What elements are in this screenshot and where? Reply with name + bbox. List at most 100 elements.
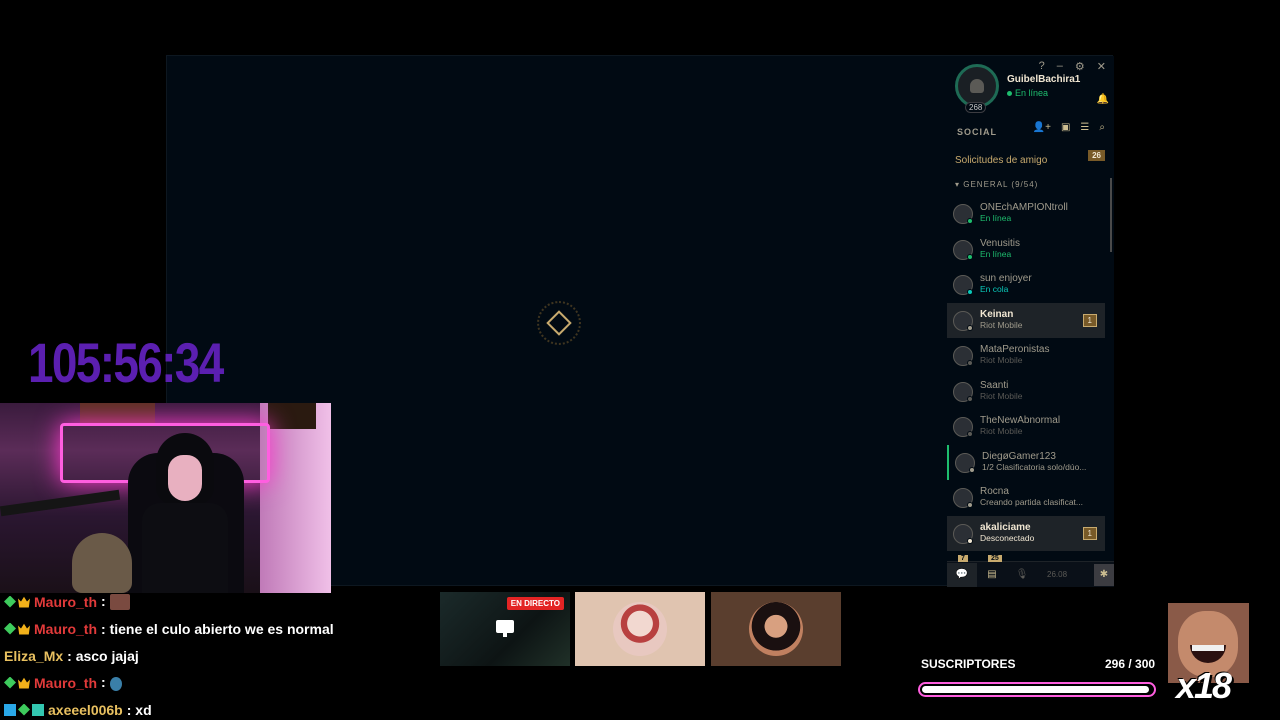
friend-row[interactable]: Rocna Creando partida clasificat... xyxy=(947,480,1105,516)
green-badge-icon xyxy=(18,703,30,716)
social-panel: ? – ⚙ ✕ 268 GuibelBachira1 En línea 🔔 SO… xyxy=(947,56,1114,587)
friends-list: ONEchAMPIONtroll En línea Venusitis En líne… xyxy=(947,196,1105,551)
webcam-picture-frame xyxy=(268,403,316,429)
search-icon[interactable]: ⌕ xyxy=(1099,122,1105,133)
chat-icon: 💬 xyxy=(955,569,969,580)
friend-status: En cola xyxy=(980,284,1009,294)
chat-text: : tiene el culo abierto we es normal xyxy=(101,620,334,637)
list-view-icon[interactable]: ☰ xyxy=(1080,122,1089,133)
chat-username[interactable]: Mauro_th xyxy=(34,621,97,637)
friend-status: En línea xyxy=(980,213,1012,223)
client-bottom-bar: 💬 7 ▤ 25 🎙 26.08 ✱ xyxy=(947,554,1114,587)
friend-row[interactable]: DiegøGamer123 1/2 Clasificatoria solo/dúo… xyxy=(947,444,1105,480)
chat-message: Mauro_th: xyxy=(4,669,424,696)
missions-badge: 25 xyxy=(988,554,1002,562)
chat-badges xyxy=(4,622,30,635)
friend-status: En línea xyxy=(980,248,1012,259)
webcam-plush xyxy=(72,533,132,593)
friend-row[interactable]: sun enjoyer En cola xyxy=(947,267,1105,303)
friend-row[interactable]: Saanti Riot Mobile xyxy=(947,374,1105,410)
missions-button[interactable]: ▤ 25 xyxy=(977,554,1007,587)
chat-text: : asco jajaj xyxy=(67,647,139,664)
stream-timer: 105:56:34 xyxy=(28,331,224,394)
profile-status[interactable]: En línea xyxy=(1007,88,1048,98)
social-toolbar: 👤+ ▣ ☰ ⌕ xyxy=(1033,122,1105,133)
chat-message-text: asco jajaj xyxy=(75,647,139,664)
profile-icon xyxy=(970,79,984,93)
clip-thumbnail-live[interactable]: EN DIRECTO xyxy=(440,592,570,666)
chat-username[interactable]: axeeel006b xyxy=(48,702,123,718)
clip-thumbnail[interactable] xyxy=(575,592,705,666)
friend-status: 1/2 Clasificatoria solo/dúo... xyxy=(982,461,1087,472)
green-badge-icon xyxy=(4,595,16,608)
chat-username[interactable]: Mauro_th xyxy=(34,594,97,610)
subs-goal-count: 296 / 300 xyxy=(1105,657,1156,671)
friend-status-dot xyxy=(967,360,973,366)
chat-button[interactable]: 💬 7 xyxy=(947,554,977,587)
friend-row[interactable]: ONEchAMPIONtroll En línea xyxy=(947,196,1105,232)
friend-status-dot xyxy=(967,289,973,295)
friend-row[interactable]: MataPeronistas Riot Mobile xyxy=(947,338,1105,374)
friend-name: Saanti xyxy=(980,379,1009,391)
friend-status-dot xyxy=(967,324,973,331)
subs-goal-fill xyxy=(922,686,1149,693)
webcam-face xyxy=(168,455,202,501)
friend-group-label: GENERAL (9/54) xyxy=(963,180,1039,189)
level-badge: 268 xyxy=(965,102,987,113)
friend-status-dot xyxy=(967,502,973,508)
client-time: 26.08 xyxy=(1047,570,1068,579)
chat-emote-icon xyxy=(109,676,122,691)
friend-name: Rocna xyxy=(980,486,1009,497)
stream-chat: Mauro_th: Mauro_th: tiene el culo abiert… xyxy=(4,588,424,720)
blue-badge-icon xyxy=(4,703,16,716)
add-friend-icon[interactable]: 👤+ xyxy=(1033,122,1051,133)
chat-message-text: tiene el culo abierto we es normal xyxy=(109,620,334,637)
friend-name: MataPeronistas xyxy=(980,344,1050,355)
webcam-feed xyxy=(0,403,331,593)
subs-goal-bar xyxy=(918,682,1156,697)
friend-row[interactable]: Keinan Riot Mobile 1 xyxy=(947,302,1105,338)
friend-row[interactable]: TheNewAbnormal Riot Mobile xyxy=(947,409,1105,445)
friend-requests-row[interactable]: Solicitudes de amigo 26 xyxy=(955,150,1105,166)
friend-name: sun enjoyer xyxy=(980,273,1032,284)
voice-button[interactable]: 🎙 xyxy=(1007,563,1037,587)
loading-spinner xyxy=(537,301,581,345)
webcam-mic-arm xyxy=(0,489,121,517)
friend-status-dot xyxy=(967,537,973,544)
friend-group-header[interactable]: ▾ GENERAL (9/54) xyxy=(955,180,1038,189)
friend-row[interactable]: Venusitis En línea xyxy=(947,232,1105,268)
friend-name: TheNewAbnormal xyxy=(980,415,1061,426)
notifications-bell-icon[interactable]: 🔔 xyxy=(1097,94,1109,105)
friend-row[interactable]: akaliciame Desconectado 1 xyxy=(947,515,1105,551)
webcam-wall xyxy=(260,403,331,593)
add-folder-icon[interactable]: ▣ xyxy=(1061,122,1070,133)
friend-status: Creando partida clasificat... xyxy=(980,497,1083,507)
friend-message-badge: 1 xyxy=(1082,526,1097,540)
friend-name: Venusitis xyxy=(980,237,1021,249)
friend-status: Riot Mobile xyxy=(980,355,1023,365)
friend-name: ONEchAMPIONtroll xyxy=(980,202,1068,213)
friend-name: DiegøGamer123 xyxy=(982,450,1056,462)
clip-thumbnail[interactable] xyxy=(711,592,841,666)
microphone-icon: 🎙 xyxy=(1015,569,1029,580)
webcam-picture-frame xyxy=(80,403,155,423)
chat-text: : xyxy=(101,593,130,611)
profile-card[interactable]: 268 GuibelBachira1 En línea 🔔 xyxy=(955,64,1115,114)
chat-username[interactable]: Mauro_th xyxy=(34,675,97,691)
crown-badge-icon xyxy=(18,677,30,689)
chat-username[interactable]: Eliza_Mx xyxy=(4,648,63,664)
green-badge-icon xyxy=(4,676,16,689)
channel-avatar xyxy=(749,602,803,656)
friends-scrollbar[interactable] xyxy=(1110,178,1112,252)
crown-badge-icon xyxy=(18,623,30,635)
bug-report-button[interactable]: ✱ xyxy=(1094,563,1114,586)
subs-goal-label: SUSCRIPTORES xyxy=(921,657,1016,671)
chat-text: : xyxy=(101,674,122,691)
chat-message: Eliza_Mx: asco jajaj xyxy=(4,642,424,669)
webcam-streamer xyxy=(142,433,228,593)
friend-status-dot xyxy=(969,466,975,473)
monitor-icon xyxy=(496,620,514,637)
chat-badges xyxy=(4,595,30,608)
live-badge: EN DIRECTO xyxy=(506,597,564,610)
emote-combo-multiplier: x18 xyxy=(1176,665,1232,706)
